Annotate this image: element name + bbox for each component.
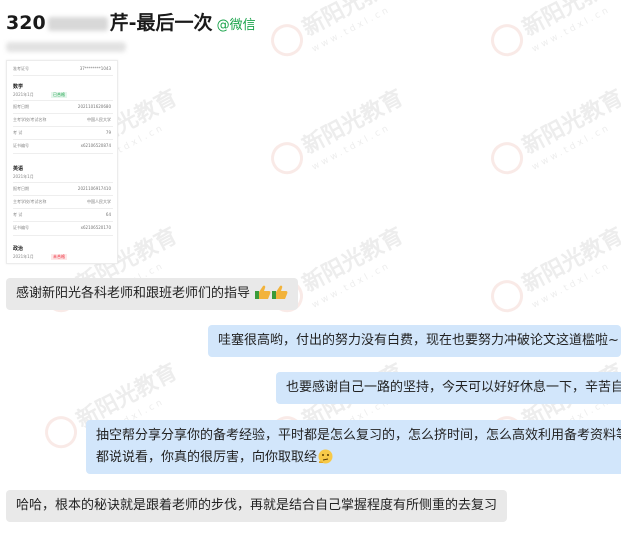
redacted-name (47, 16, 108, 31)
shot-label: 报考日期 (13, 104, 29, 109)
shot-value: 79 (105, 130, 111, 135)
thumbs-up-emoji-icon (272, 285, 288, 299)
message-text: 抽空帮分享分享你的备考经验，平时都是怎么复习的，怎么挤时间，怎么高效利用备考资料… (96, 428, 621, 443)
divider (13, 153, 113, 154)
shot-label: 证书编号 (13, 143, 29, 148)
shot-value: 中国人民大学 (87, 199, 111, 204)
divider (13, 208, 113, 209)
shot-label: 报考日期 (13, 186, 29, 191)
divider (13, 100, 113, 101)
shot-label: 主考学校/考试名称 (13, 199, 47, 204)
message-bubble-left[interactable]: 哈哈，根本的秘诀就是跟着老师的步伐，再就是结合自己掌握程度有所侧重的去复习 (6, 490, 508, 522)
shot-value: 37********1043 (79, 66, 111, 71)
message-bubble-left[interactable]: 感谢新阳光各科老师和跟班老师们的指导 (6, 278, 299, 310)
divider (13, 235, 113, 236)
shot-label: 2021年1月 (13, 92, 34, 97)
divider (13, 182, 113, 183)
score-screenshot-image[interactable]: 准考证号 37********1043 数学 2021年1月 已合格 报考日期 … (6, 60, 118, 264)
title-prefix: 320 (6, 12, 46, 34)
divider (13, 221, 113, 222)
redacted-subtitle (6, 42, 126, 52)
message-bubble-right[interactable]: 抽空帮分享分享你的备考经验，平时都是怎么复习的，怎么挤时间，怎么高效利用备考资料… (86, 420, 621, 474)
wechat-tag: @微信 (216, 18, 256, 33)
divider (13, 75, 113, 76)
message-text: 哇塞很高哟，付出的努力没有白费，现在也要努力冲破论文这道槛啦~ (218, 333, 619, 348)
message-text: 感谢新阳光各科老师和跟班老师们的指导 (16, 286, 251, 301)
message-text: 也要感谢自己一路的坚持，今天可以好好休息一下，辛苦自 (286, 380, 621, 395)
message-text: 都说说看，你真的很厉害，向你取取经 (96, 450, 318, 465)
shot-value: x62106520170 (80, 225, 111, 230)
watermark: 新阳光教育www.tdxl.cn (484, 218, 621, 326)
watermark: 新阳光教育www.tdxl.cn (264, 218, 414, 326)
shot-value: 64 (105, 212, 111, 217)
shot-subject: 英语 (13, 166, 24, 172)
shot-value: 2021106917410 (77, 186, 111, 191)
shot-subject: 政治 (13, 246, 24, 252)
watermark: 新阳光教育www.tdxl.cn (484, 80, 621, 188)
shot-label: 准考证号 (13, 66, 29, 71)
shot-label: 证书编号 (13, 225, 29, 230)
thinking-face-emoji-icon (318, 449, 333, 464)
fail-badge: 未合格 (51, 254, 67, 260)
sun-logo-icon (485, 274, 529, 318)
message-text: 哈哈，根本的秘诀就是跟着老师的步伐，再就是结合自己掌握程度有所侧重的去复习 (16, 498, 498, 513)
message-bubble-right[interactable]: 也要感谢自己一路的坚持，今天可以好好休息一下，辛苦自 (276, 372, 621, 404)
sun-logo-icon (39, 410, 83, 454)
pass-badge: 已合格 (51, 92, 67, 98)
sun-logo-icon (265, 136, 309, 180)
shot-value: 2021101620680 (77, 104, 111, 109)
watermark: 新阳光教育www.tdxl.cn (264, 80, 414, 188)
shot-label: 2021年1月 (13, 174, 34, 179)
divider (13, 195, 113, 196)
title-suffix: 芹-最后一次 (109, 12, 213, 34)
shot-label: 2021年1月 (13, 254, 34, 259)
chat-title: 320 芹-最后一次 @微信 (6, 8, 256, 35)
shot-label: 考 试 (13, 212, 23, 217)
shot-value: 中国人民大学 (87, 117, 111, 122)
divider (13, 126, 113, 127)
chat-header: 320 芹-最后一次 @微信 (0, 0, 621, 60)
shot-subject: 数学 (13, 84, 24, 90)
message-text-line-2: 都说说看，你真的很厉害，向你取取经 (96, 447, 611, 469)
shot-label: 考 试 (13, 130, 23, 135)
shot-value: x62106520874 (80, 143, 111, 148)
thumbs-up-emoji-icon (255, 285, 271, 299)
shot-label: 主考学校/考试名称 (13, 117, 47, 122)
divider (13, 113, 113, 114)
message-bubble-right[interactable]: 哇塞很高哟，付出的努力没有白费，现在也要努力冲破论文这道槛啦~ (208, 325, 621, 357)
sun-logo-icon (485, 136, 529, 180)
divider (13, 139, 113, 140)
